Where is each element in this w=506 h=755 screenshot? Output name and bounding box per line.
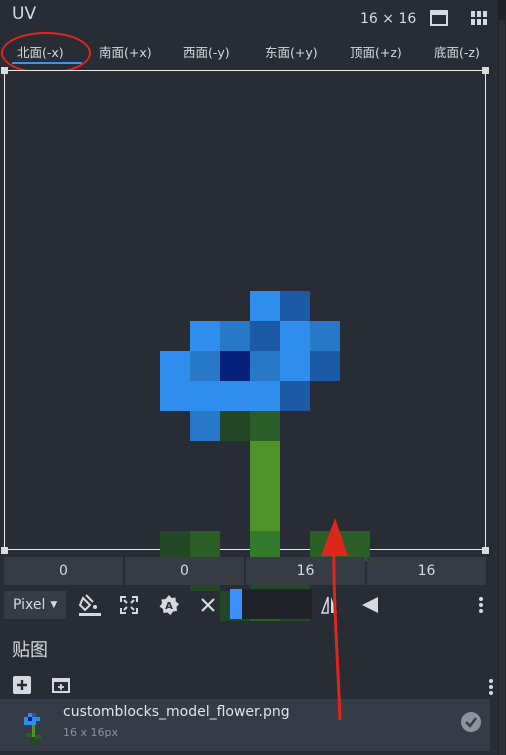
uv-coordinates: 0 0 16 16 [4, 557, 486, 585]
textures-heading: 贴图 [12, 640, 48, 661]
tab-west[interactable]: 西面(-y) [183, 42, 230, 61]
svg-text:A: A [165, 601, 173, 612]
uv-editor-canvas[interactable] [4, 70, 486, 621]
chevron-down-icon: ▼ [50, 600, 58, 610]
texture-dimensions: 16 x 16px [63, 726, 118, 739]
uv-width-input[interactable]: 16 [246, 557, 365, 585]
uv-panel: UV 16 × 16 北面(-x) 南面(+x) 西面(-y) 东面(+y) 顶… [0, 0, 498, 755]
mirror-x-icon[interactable] [320, 595, 340, 615]
resize-handle[interactable] [1, 67, 8, 74]
panel-title: UV [12, 4, 37, 24]
mirror-y-icon[interactable] [360, 595, 380, 615]
more-icon[interactable] [477, 595, 485, 615]
scrollbar-thumb[interactable] [499, 20, 505, 755]
fullscreen-icon[interactable] [119, 595, 139, 615]
clear-icon[interactable] [200, 597, 216, 613]
uv-toolbar: Pixel ▼ A [0, 589, 498, 621]
more-icon[interactable] [487, 677, 495, 697]
uv-y-input[interactable]: 0 [125, 557, 244, 585]
uv-size-label: 16 × 16 [360, 11, 417, 27]
uv-x-input[interactable]: 0 [4, 557, 123, 585]
resize-handle[interactable] [1, 547, 8, 554]
tab-south[interactable]: 南面(+x) [99, 42, 152, 61]
tab-east[interactable]: 东面(+y) [265, 42, 318, 61]
mode-label: Pixel [13, 597, 46, 613]
paint-bucket-icon[interactable] [78, 594, 102, 616]
tab-up[interactable]: 顶面(+z) [350, 42, 402, 61]
annotation-circle [1, 32, 91, 74]
window-icon[interactable] [430, 10, 448, 26]
texture-name: customblocks_model_flower.png [63, 704, 290, 720]
tab-down[interactable]: 底面(-z) [434, 42, 480, 61]
resize-handle[interactable] [482, 547, 489, 554]
add-texture-icon[interactable] [12, 675, 32, 695]
check-icon[interactable] [461, 712, 481, 732]
texture-thumbnail [22, 713, 44, 747]
import-texture-icon[interactable] [52, 676, 70, 694]
texture-list-item[interactable]: customblocks_model_flower.png 16 x 16px [0, 699, 490, 751]
mode-select[interactable]: Pixel ▼ [4, 591, 66, 619]
resize-handle[interactable] [482, 67, 489, 74]
grid-icon[interactable] [471, 11, 487, 25]
selected-color-swatch [230, 589, 242, 619]
uv-height-input[interactable]: 16 [367, 557, 486, 585]
auto-uv-icon[interactable]: A [158, 594, 180, 616]
color-picker[interactable] [230, 589, 312, 619]
